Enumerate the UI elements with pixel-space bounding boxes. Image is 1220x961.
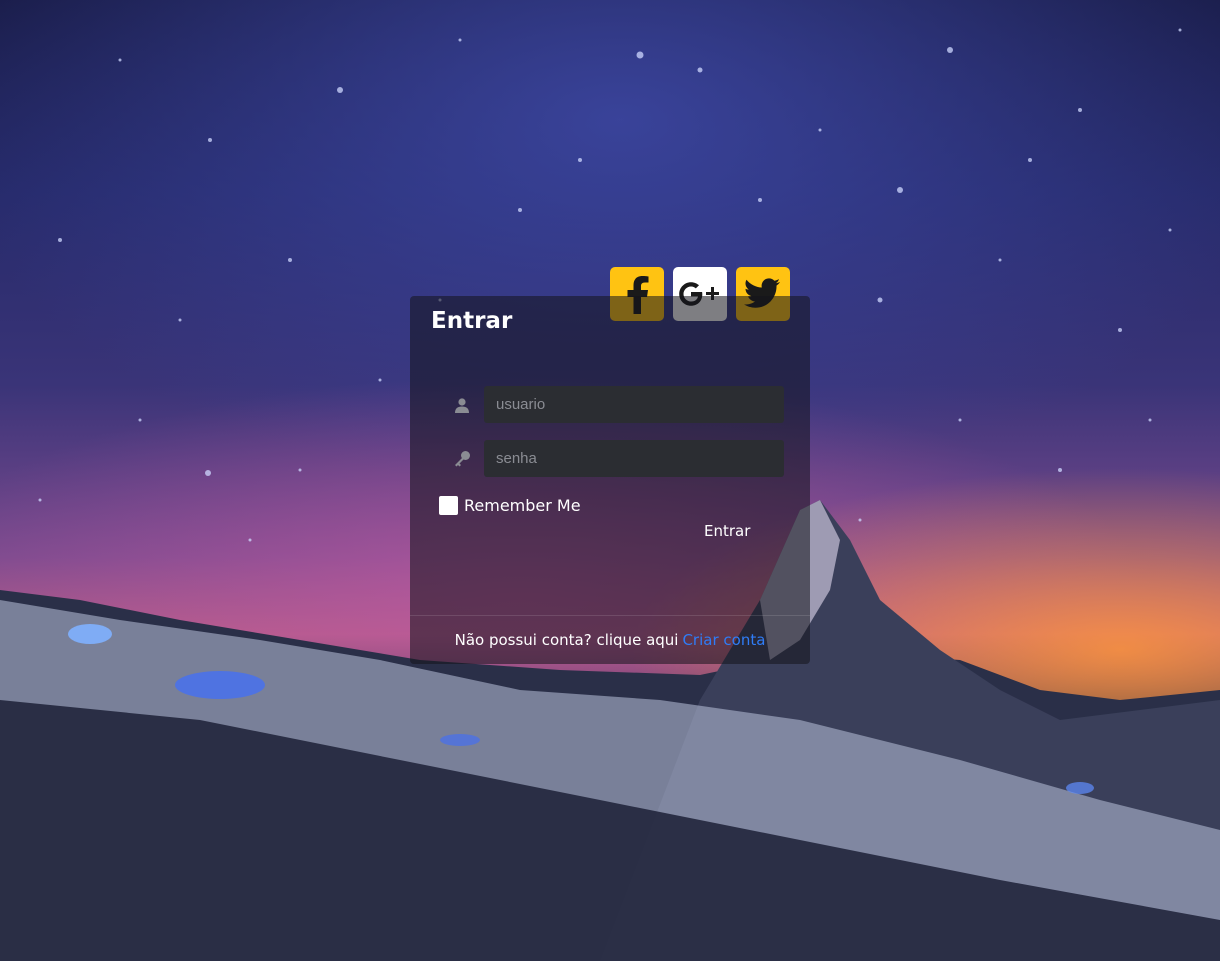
remember-checkbox[interactable] [439, 496, 458, 515]
key-icon [440, 440, 484, 477]
login-button[interactable]: Entrar [700, 520, 754, 542]
card-title: Entrar [431, 308, 513, 334]
username-row [440, 386, 784, 423]
footer-text: Não possui conta? clique aqui [454, 631, 679, 649]
password-input[interactable] [484, 440, 784, 477]
card-footer: Não possui conta? clique aqui Criar cont… [410, 615, 810, 664]
remember-label: Remember Me [464, 496, 581, 515]
username-input[interactable] [484, 386, 784, 423]
remember-me: Remember Me [439, 496, 581, 515]
create-account-link[interactable]: Criar conta [682, 631, 765, 649]
password-row [440, 440, 784, 477]
login-card: Entrar Remember Me Entrar Não possui con… [410, 296, 810, 664]
user-icon [440, 386, 484, 423]
